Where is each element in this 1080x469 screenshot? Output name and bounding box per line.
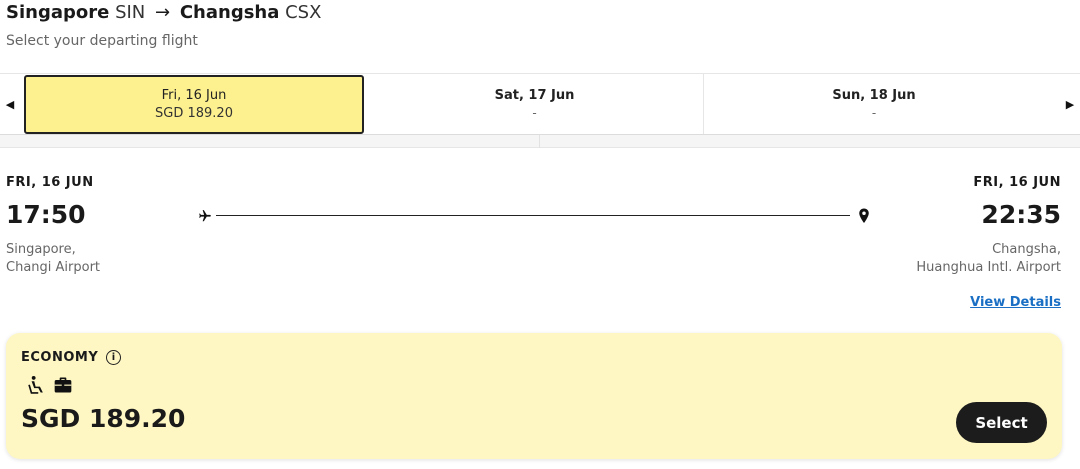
arrival-date: FRI, 16 JUN	[973, 175, 1061, 190]
fare-price: SGD 189.20	[21, 404, 186, 433]
arrival-time: 22:35	[981, 200, 1061, 229]
departure-city: Singapore,	[6, 242, 76, 257]
fare-class-header: ECONOMY i	[21, 350, 122, 365]
plane-icon	[199, 210, 211, 222]
flight-selection-page: Singapore SIN → Changsha CSX Select your…	[0, 0, 1080, 469]
route-line	[216, 215, 850, 216]
date-selector: ◀ Fri, 16 Jun SGD 189.20 Sat, 17 Jun - S…	[0, 73, 1080, 135]
info-icon[interactable]: i	[106, 350, 122, 365]
briefcase-icon	[54, 377, 72, 393]
date-tab-date: Fri, 16 Jun	[161, 88, 227, 103]
arrival-location: Changsha, Huanghua Intl. Airport	[916, 241, 1061, 277]
date-strip-divider	[0, 135, 1080, 148]
select-button[interactable]: Select	[956, 402, 1047, 443]
route-title: Singapore SIN → Changsha CSX	[6, 2, 321, 23]
next-date-arrow-icon[interactable]: ▶	[1060, 74, 1080, 134]
destination-city: Changsha	[179, 2, 280, 23]
departure-date: FRI, 16 JUN	[6, 175, 94, 190]
departure-airport: Changi Airport	[6, 260, 101, 275]
origin-code: SIN	[115, 2, 146, 23]
economy-fare-card: ECONOMY i SGD 189.20 Select	[6, 333, 1062, 459]
prev-date-arrow-icon[interactable]: ◀	[0, 74, 20, 134]
seat-icon	[28, 376, 43, 394]
date-tab-date: Sun, 18 Jun	[832, 88, 916, 103]
fare-features	[27, 375, 73, 395]
departure-time: 17:50	[6, 200, 86, 229]
date-tab-price: -	[871, 106, 877, 120]
fare-class-name: ECONOMY	[21, 350, 99, 365]
date-tab-fri-16-jun[interactable]: Fri, 16 Jun SGD 189.20	[24, 75, 364, 134]
view-details-link[interactable]: View Details	[970, 295, 1061, 310]
flight-route-line	[198, 206, 872, 226]
location-pin-icon	[859, 208, 869, 223]
date-tab-price: SGD 189.20	[155, 106, 233, 121]
destination-code: CSX	[285, 2, 322, 23]
arrival-airport: Huanghua Intl. Airport	[916, 260, 1061, 275]
date-tab-date: Sat, 17 Jun	[494, 88, 575, 103]
arrival-city: Changsha,	[992, 242, 1061, 257]
date-tab-sat-17-jun[interactable]: Sat, 17 Jun -	[366, 74, 704, 134]
page-subtitle: Select your departing flight	[6, 33, 198, 49]
origin-city: Singapore	[6, 2, 110, 23]
departure-location: Singapore, Changi Airport	[6, 241, 100, 277]
divider	[539, 135, 540, 148]
date-tab-price: -	[532, 106, 537, 120]
date-tab-sun-18-jun[interactable]: Sun, 18 Jun -	[705, 74, 1043, 134]
route-arrow-icon: →	[155, 2, 171, 23]
